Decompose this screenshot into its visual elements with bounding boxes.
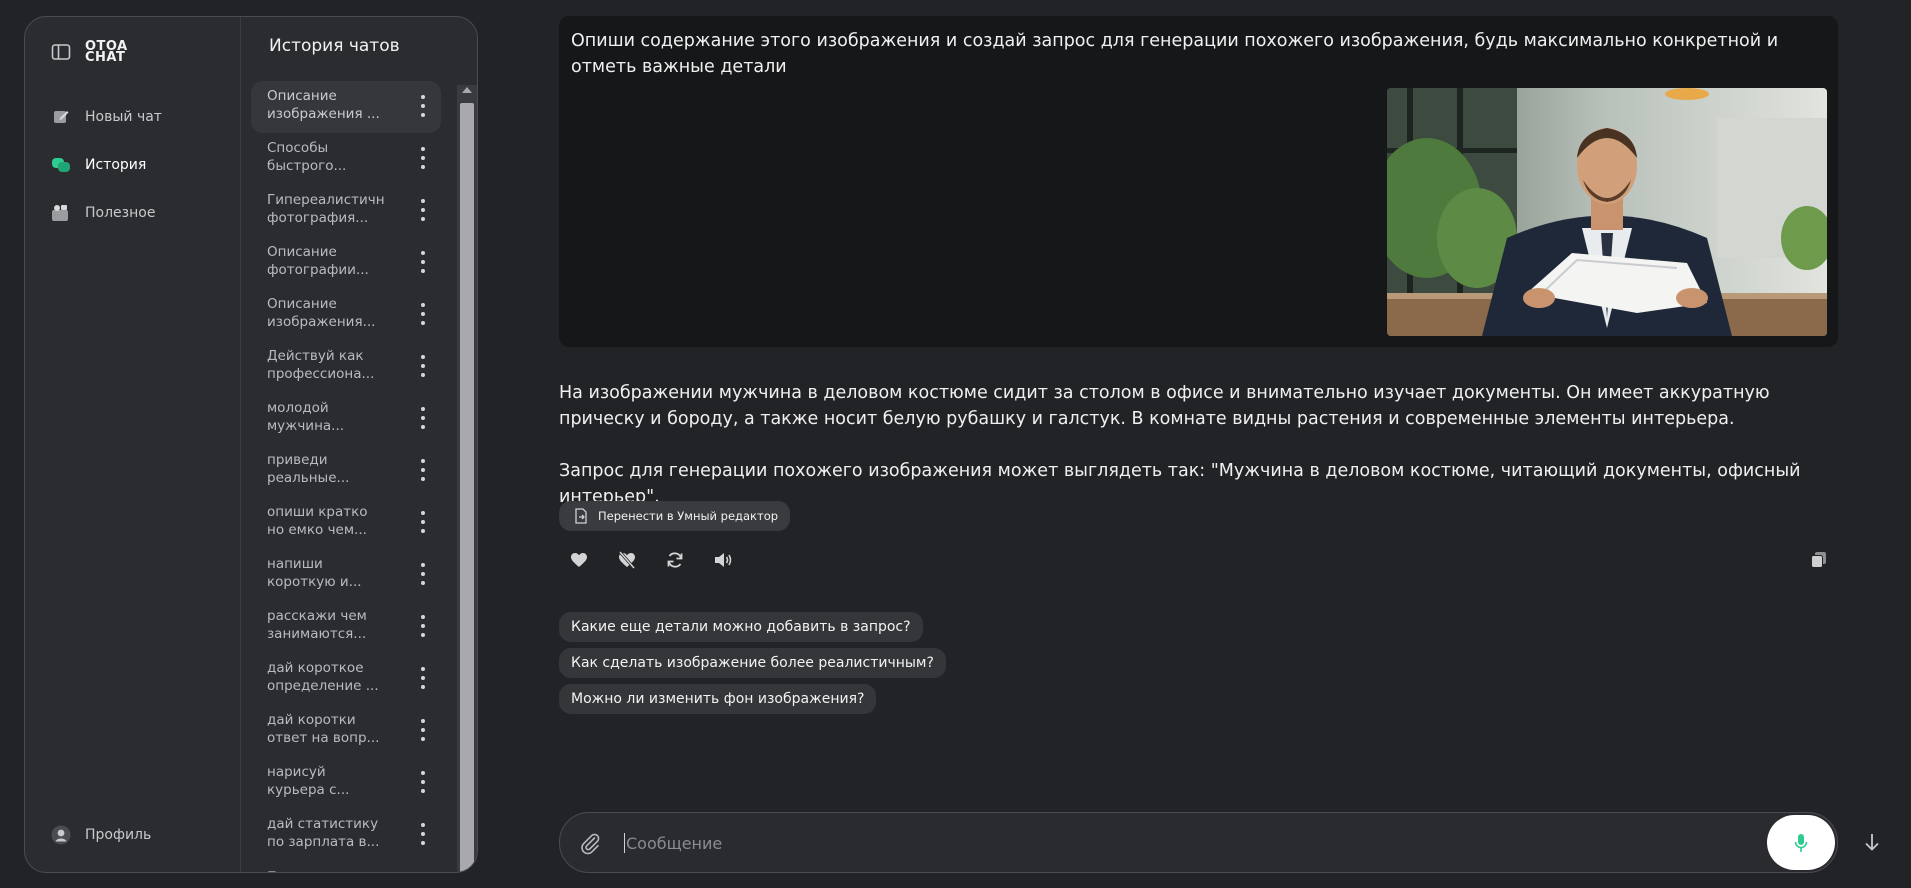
nav-profile-label: Профиль: [85, 827, 152, 843]
more-vertical-icon[interactable]: [417, 615, 429, 637]
history-item[interactable]: приведи реальные...: [251, 445, 441, 497]
nav-useful-label: Полезное: [85, 205, 156, 221]
history-item-title: опиши кратко но емко чем...: [267, 504, 368, 538]
attached-photo[interactable]: [1387, 88, 1827, 336]
message-composer: [559, 812, 1838, 873]
paperclip-icon[interactable]: [578, 831, 602, 855]
user-message-text: Опиши содержание этого изображения и соз…: [571, 31, 1779, 77]
chat-history: История чатов Описание изображения ... С…: [241, 17, 477, 872]
more-vertical-icon[interactable]: [417, 303, 429, 325]
history-item-title: Способы быстрого...: [267, 140, 347, 174]
history-item-title: Описание фотографии...: [267, 244, 369, 278]
history-item[interactable]: опиши кратко но емко чем...: [251, 497, 441, 549]
logo-row: OTOA CHAT: [51, 39, 131, 65]
history-item-title: расскажи чем занимаются...: [267, 608, 367, 642]
history-item-peek: П: [267, 870, 277, 872]
sidebar-panel: OTOA CHAT Новый чат История Полезное Про…: [24, 16, 478, 873]
history-item[interactable]: напиши короткую и...: [251, 549, 441, 601]
user-message: Опиши содержание этого изображения и соз…: [559, 16, 1838, 347]
history-item-title: дай короткое определение ...: [267, 660, 379, 694]
history-scroll-thumb[interactable]: [460, 103, 474, 872]
microphone-icon: [1794, 833, 1808, 853]
heart-icon[interactable]: [568, 549, 590, 571]
text-cursor: [624, 833, 625, 853]
history-item-title: Описание изображения...: [267, 296, 376, 330]
mic-button[interactable]: [1767, 815, 1835, 870]
regenerate-icon[interactable]: [664, 549, 686, 571]
pencil-icon: [51, 107, 71, 127]
more-vertical-icon[interactable]: [417, 407, 429, 429]
more-vertical-icon[interactable]: [417, 719, 429, 741]
history-list: Описание изображения ... Способы быстрог…: [251, 81, 441, 861]
more-vertical-icon[interactable]: [417, 823, 429, 845]
more-vertical-icon[interactable]: [417, 355, 429, 377]
app-logo: OTOA CHAT: [85, 39, 128, 65]
history-item[interactable]: дай короткое определение ...: [251, 653, 441, 705]
history-item[interactable]: нарисуй курьера с...: [251, 757, 441, 809]
more-vertical-icon[interactable]: [417, 563, 429, 585]
arrow-down-icon[interactable]: [1862, 831, 1882, 853]
more-vertical-icon[interactable]: [417, 459, 429, 481]
more-vertical-icon[interactable]: [417, 511, 429, 533]
history-item[interactable]: расскажи чем занимаются...: [251, 601, 441, 653]
history-item-title: молодой мужчина...: [267, 400, 345, 434]
history-title: История чатов: [269, 36, 400, 56]
document-export-icon: [573, 508, 589, 524]
suggestion-chip[interactable]: Какие еще детали можно добавить в запрос…: [559, 612, 923, 642]
more-vertical-icon[interactable]: [417, 95, 429, 117]
smart-editor-label: Перенести в Умный редактор: [598, 509, 779, 523]
history-item[interactable]: Описание изображения ...: [251, 81, 441, 133]
suggestion-chip[interactable]: Как сделать изображение более реалистичн…: [559, 648, 946, 678]
more-vertical-icon[interactable]: [417, 771, 429, 793]
nav-history[interactable]: История: [51, 155, 146, 175]
message-actions: [568, 549, 734, 571]
sidebar-toggle-icon[interactable]: [51, 42, 71, 62]
history-item-title: дай статистику по зарплата в...: [267, 816, 380, 850]
scroll-up-arrow-icon[interactable]: [462, 87, 472, 93]
history-item-title: дай коротки ответ на вопр...: [267, 712, 380, 746]
history-item-title: напиши короткую и...: [267, 556, 362, 590]
chat-bubbles-icon: [51, 155, 71, 175]
nav-profile[interactable]: Профиль: [51, 825, 151, 845]
sidebar-nav: OTOA CHAT Новый чат История Полезное Про…: [25, 17, 241, 872]
history-item[interactable]: Способы быстрого...: [251, 133, 441, 185]
nav-new-chat[interactable]: Новый чат: [51, 107, 162, 127]
user-avatar-icon: [51, 825, 71, 845]
history-item[interactable]: дай коротки ответ на вопр...: [251, 705, 441, 757]
history-item[interactable]: дай статистику по зарплата в...: [251, 809, 441, 861]
collection-icon: [51, 203, 71, 223]
more-vertical-icon[interactable]: [417, 667, 429, 689]
history-item-title: Действуй как профессиона...: [267, 348, 375, 382]
history-item[interactable]: Описание изображения...: [251, 289, 441, 341]
smart-editor-button[interactable]: Перенести в Умный редактор: [559, 501, 791, 531]
history-item[interactable]: молодой мужчина...: [251, 393, 441, 445]
copy-icon[interactable]: [1808, 549, 1830, 571]
answer-paragraph: На изображении мужчина в деловом костюме…: [559, 383, 1770, 429]
more-vertical-icon[interactable]: [417, 199, 429, 221]
history-item[interactable]: Гипереалистичн фотография...: [251, 185, 441, 237]
history-item-title: приведи реальные...: [267, 452, 350, 486]
nav-new-chat-label: Новый чат: [85, 109, 162, 125]
speaker-icon[interactable]: [712, 549, 734, 571]
history-item[interactable]: Действуй как профессиона...: [251, 341, 441, 393]
history-item-title: Описание изображения ...: [267, 88, 380, 122]
more-vertical-icon[interactable]: [417, 251, 429, 273]
history-item[interactable]: Описание фотографии...: [251, 237, 441, 289]
more-vertical-icon[interactable]: [417, 147, 429, 169]
dislike-icon[interactable]: [616, 549, 638, 571]
nav-history-label: История: [85, 157, 147, 173]
history-item-title: нарисуй курьера с...: [267, 764, 350, 798]
nav-useful[interactable]: Полезное: [51, 203, 155, 223]
history-item-title: Гипереалистичн фотография...: [267, 192, 385, 226]
message-input[interactable]: [626, 827, 1726, 859]
suggestion-chip[interactable]: Можно ли изменить фон изображения?: [559, 684, 877, 714]
